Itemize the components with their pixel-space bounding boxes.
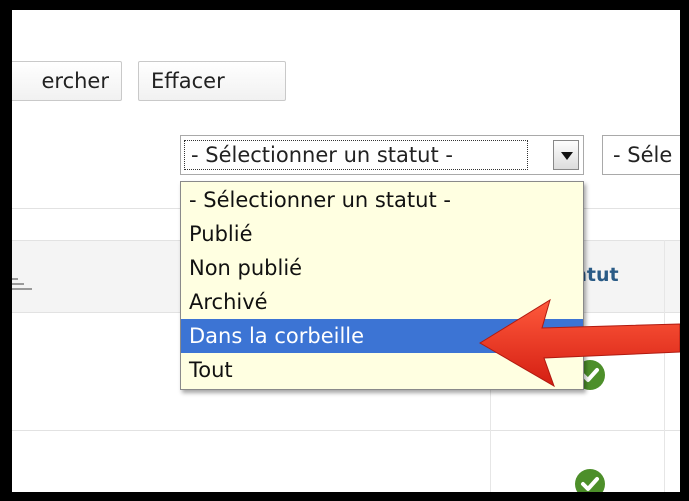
status-filter-select[interactable]: - Sélectionner un statut - <box>180 135 584 175</box>
table-row-divider <box>12 430 680 431</box>
admin-panel: ercher Effacer - Sélectionner un statut … <box>12 10 680 492</box>
annotation-arrow-icon <box>479 298 680 388</box>
sort-icon[interactable] <box>12 275 38 293</box>
status-option-published[interactable]: Publié <box>181 217 583 251</box>
second-filter-select[interactable]: - Séle <box>602 135 680 175</box>
status-option-select[interactable]: - Sélectionner un statut - <box>181 183 583 217</box>
published-check-icon[interactable] <box>575 469 605 492</box>
chevron-down-icon[interactable] <box>553 140 579 170</box>
status-filter-value: - Sélectionner un statut - <box>184 140 528 170</box>
status-option-unpublished[interactable]: Non publié <box>181 251 583 285</box>
search-button[interactable]: ercher <box>12 61 122 101</box>
clear-button[interactable]: Effacer <box>138 61 286 101</box>
